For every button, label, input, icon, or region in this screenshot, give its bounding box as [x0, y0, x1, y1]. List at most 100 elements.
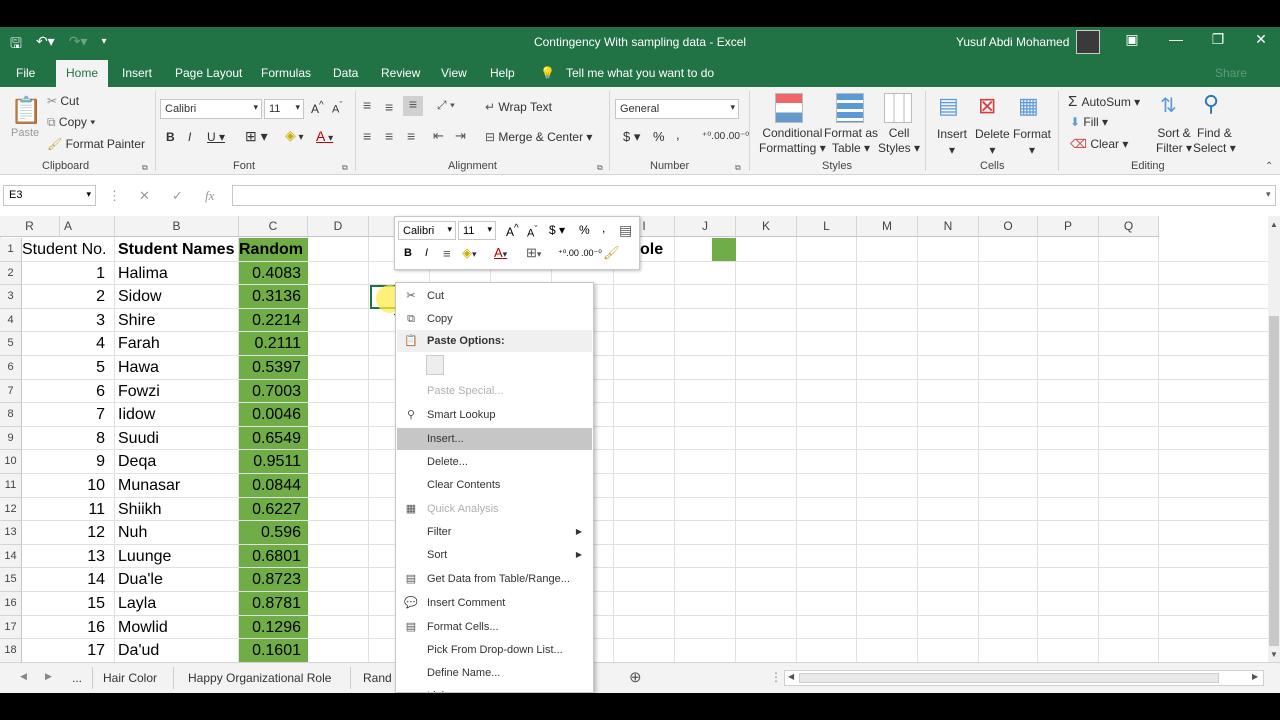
italic-button[interactable]: I — [188, 130, 191, 144]
menu-item-delete[interactable]: Delete... — [397, 451, 592, 473]
clear-button[interactable]: ⌫ Clear ▾ — [1070, 137, 1128, 151]
tell-me-search[interactable]: Tell me what you want to do — [566, 66, 714, 80]
cell-random[interactable]: 0.2214 — [239, 309, 304, 332]
delete-cells-icon[interactable]: ⊠ — [978, 93, 996, 119]
menu-item-define-name[interactable]: Define Name... — [397, 662, 592, 684]
cell-random[interactable]: 0.6549 — [239, 427, 304, 450]
tab-review[interactable]: Review — [381, 66, 420, 80]
menu-item-cut[interactable]: ✂ Cut — [397, 285, 592, 307]
cell-student-no[interactable]: 2 — [22, 285, 109, 308]
scroll-left-icon[interactable]: ◀ — [788, 672, 794, 681]
alignment-launcher-icon[interactable]: ⧉ — [597, 163, 603, 173]
underline-button[interactable]: U ▾ — [207, 130, 225, 144]
insert-cells-button[interactable]: Insert ▾ — [937, 126, 967, 158]
row-header[interactable]: 1 — [0, 238, 22, 262]
header-random[interactable]: Random — [239, 238, 304, 261]
row-header[interactable]: 8 — [0, 403, 22, 427]
header-student-no[interactable]: Student No. — [22, 238, 109, 261]
font-name-combo[interactable]: Calibri ▾ — [160, 99, 262, 119]
sheet-tab-happy-organizational-role[interactable]: Happy Organizational Role — [188, 671, 331, 685]
cell-random[interactable]: 0.1601 — [239, 639, 304, 662]
row-header[interactable]: 7 — [0, 379, 22, 404]
cell-student-no[interactable]: 9 — [22, 450, 109, 473]
format-cells-icon[interactable]: ▦ — [1018, 93, 1039, 119]
tab-help[interactable]: Help — [490, 66, 515, 80]
cell-random[interactable]: 0.0844 — [239, 474, 304, 497]
paste-option-icon[interactable] — [426, 355, 444, 375]
close-icon[interactable]: ✕ — [1251, 31, 1271, 48]
cell-student-no[interactable]: 10 — [22, 474, 109, 497]
prev-sheet-icon[interactable]: ◀ — [20, 671, 27, 682]
fill-button[interactable]: ⬇ Fill ▾ — [1070, 115, 1108, 129]
restore-icon[interactable]: ❐ — [1208, 31, 1228, 48]
tab-file[interactable]: File — [16, 66, 35, 80]
decrease-decimal-icon[interactable]: .00⁻⁰ — [581, 248, 602, 259]
row-header[interactable]: 9 — [0, 426, 22, 451]
scroll-down-icon[interactable]: ▼ — [1270, 650, 1278, 659]
row-header[interactable]: 10 — [0, 450, 22, 474]
align-center-icon[interactable]: ≡ — [385, 128, 393, 144]
sheet-tab-more[interactable]: ... — [72, 671, 82, 685]
clipboard-launcher-icon[interactable]: ⧉ — [142, 163, 148, 173]
menu-item-insert-comment[interactable]: 💬 Insert Comment — [397, 592, 592, 614]
number-launcher-icon[interactable]: ⧉ — [735, 163, 741, 173]
cell-student-no[interactable]: 8 — [22, 427, 109, 450]
middle-align-icon[interactable]: ≡ — [385, 99, 393, 115]
mini-font-combo[interactable]: Calibri ▾ — [398, 221, 456, 240]
row-header[interactable]: 15 — [0, 568, 22, 592]
scroll-thumb[interactable] — [1269, 316, 1279, 646]
column-header[interactable]: D — [308, 216, 369, 237]
cell-student-name[interactable]: Luunge — [118, 545, 238, 568]
align-center-icon[interactable]: ≡ — [443, 246, 451, 261]
row-header[interactable]: 5 — [0, 332, 22, 356]
cell-random[interactable]: 0.3136 — [239, 285, 304, 308]
cell-student-name[interactable]: Suudi — [118, 427, 238, 450]
mini-size-combo[interactable]: 11 ▾ — [458, 221, 496, 240]
cell-random[interactable]: 0.2111 — [239, 332, 304, 355]
orientation-icon[interactable]: ⤢ ▾ — [437, 98, 455, 113]
cell-student-name[interactable]: Hawa — [118, 356, 238, 379]
cell-student-name[interactable]: Shire — [118, 309, 238, 332]
cell-student-name[interactable]: Sidow — [118, 285, 238, 308]
cell-random[interactable]: 0.0046 — [239, 403, 304, 426]
comma-icon[interactable]: , — [602, 221, 605, 235]
column-header[interactable]: N — [918, 216, 979, 237]
column-header[interactable]: J — [675, 216, 736, 237]
paste-label[interactable]: Paste — [11, 127, 39, 139]
shrink-font-icon[interactable]: Aˇ — [527, 224, 537, 240]
cell-student-name[interactable]: Deqa — [118, 450, 238, 473]
row-header[interactable]: 13 — [0, 521, 22, 545]
tab-formulas[interactable]: Formulas — [261, 66, 311, 80]
format-as-table-button[interactable]: Format as Table ▾ — [824, 126, 878, 156]
currency-icon[interactable]: $ ▾ — [549, 223, 565, 237]
cell-student-name[interactable]: Layla — [118, 592, 238, 615]
font-launcher-icon[interactable]: ⧉ — [342, 163, 348, 173]
cell-random[interactable]: 0.1296 — [239, 616, 304, 639]
format-as-table-icon[interactable] — [836, 93, 864, 123]
menu-item-paste-special[interactable]: Paste Special... — [397, 380, 592, 402]
cancel-icon[interactable]: ✕ — [139, 188, 150, 204]
align-right-icon[interactable]: ≡ — [407, 128, 415, 144]
cell-student-no[interactable]: 16 — [22, 616, 109, 639]
bottom-align-icon[interactable]: ≡ — [403, 96, 423, 116]
align-left-icon[interactable]: ≡ — [363, 128, 371, 144]
tab-view[interactable]: View — [441, 66, 467, 80]
increase-decimal-icon[interactable]: ⁺⁰.00 — [702, 131, 725, 142]
share-button[interactable]: Share — [1215, 66, 1247, 80]
grow-font-icon[interactable]: A^ — [506, 223, 519, 239]
horizontal-scrollbar[interactable]: ◀ ▶ — [784, 670, 1264, 686]
name-box[interactable]: E3 ▾ — [3, 185, 96, 206]
scroll-right-icon[interactable]: ▶ — [1252, 672, 1258, 681]
insert-cells-icon[interactable]: ▤ — [938, 93, 959, 119]
cell-student-no[interactable]: 12 — [22, 521, 109, 544]
cut-button[interactable]: ✂ Cut — [47, 94, 79, 108]
format-painter-table-icon[interactable]: ▤ — [619, 222, 632, 239]
split-handle-icon[interactable]: ⋮ — [770, 670, 782, 684]
cell-random[interactable]: 0.596 — [239, 521, 304, 544]
menu-item-filter[interactable]: Filter ▶ — [397, 521, 592, 543]
borders-icon[interactable]: ⊞▾ — [526, 245, 541, 261]
ribbon-display-icon[interactable]: ▣ — [1122, 31, 1142, 48]
cell-student-no[interactable]: 1 — [22, 262, 109, 285]
autosum-button[interactable]: Σ AutoSum ▾ — [1068, 93, 1140, 110]
cell-student-name[interactable]: Munasar — [118, 474, 238, 497]
